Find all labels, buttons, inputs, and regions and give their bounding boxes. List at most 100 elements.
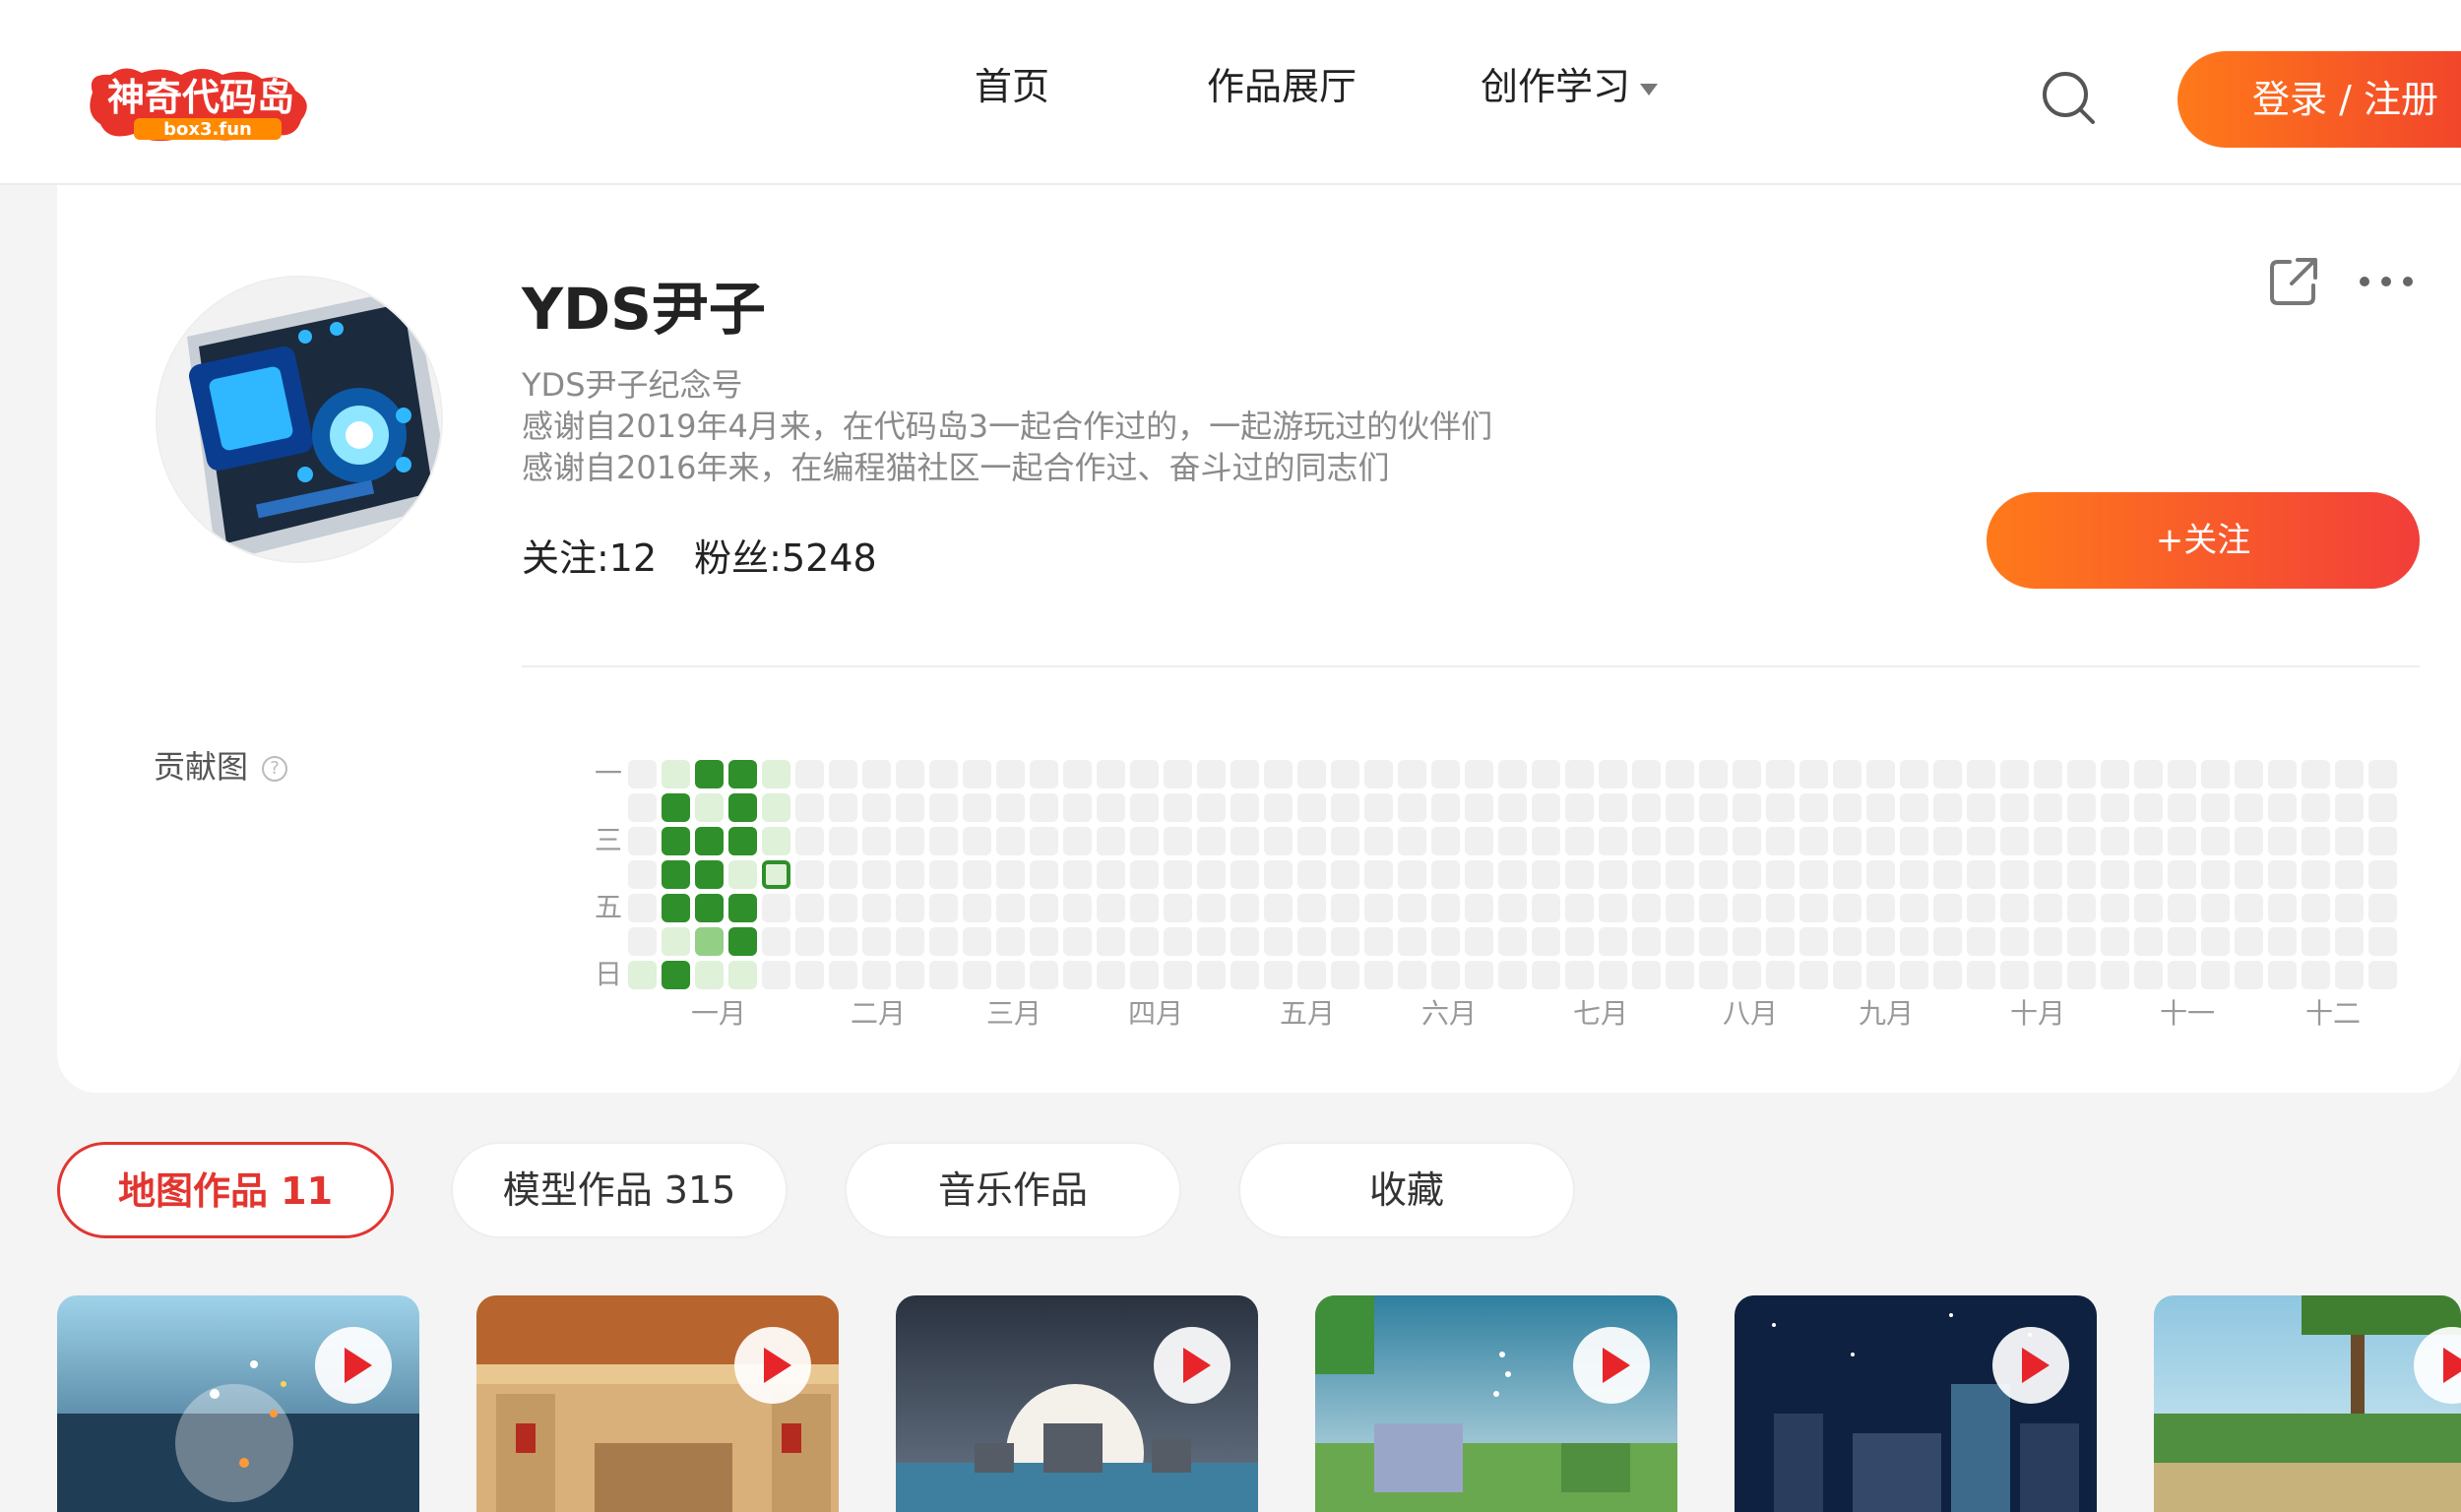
login-register-button[interactable]: 登录 / 注册 [2177,51,2461,148]
contribution-cell [1297,860,1326,889]
work-thumbnail[interactable] [57,1295,419,1512]
contribution-cell [1733,860,1761,889]
contribution-cell [896,894,924,922]
contribution-cell [2335,927,2364,956]
month-label: 五月 [1280,997,1336,1030]
contribution-cell [1565,961,1594,989]
contribution-cell [1498,894,1527,922]
followers-count[interactable]: 粉丝:5248 [694,536,877,580]
contribution-cell [2034,961,2062,989]
contribution-cell [628,827,657,855]
play-icon[interactable] [1992,1327,2069,1404]
contribution-cell [1063,760,1092,788]
contribution-cell [1297,827,1326,855]
contribution-cell [2000,760,2029,788]
month-label: 十二 [2305,997,2362,1030]
contribution-cell [1967,760,1995,788]
more-options-icon[interactable] [2357,264,2416,299]
contribution-cell [1699,894,1728,922]
contribution-cell [1967,793,1995,822]
contribution-cell [1297,894,1326,922]
contribution-cell [2335,894,2364,922]
work-thumbnail[interactable] [476,1295,839,1512]
contribution-cell [1866,793,1895,822]
profile-bio-line: 感谢自2016年来，在编程猫社区一起合作过、奋斗过的同志们 [522,449,1390,486]
contribution-cell [1364,961,1393,989]
day-label: 三 [595,824,623,856]
contribution-cell [2235,894,2263,922]
contribution-cell [1230,760,1259,788]
contribution-cell [1164,860,1192,889]
contribution-cell [1130,760,1159,788]
search-icon[interactable] [2040,69,2097,126]
contribution-cell [795,961,824,989]
contribution-cell [762,827,790,855]
tab-model-works[interactable]: 模型作品 315 [451,1142,788,1238]
contribution-cell [2268,793,2297,822]
contribution-cell [896,961,924,989]
contribution-cell [1799,793,1828,822]
contribution-cell [1063,894,1092,922]
work-thumbnail[interactable] [2154,1295,2461,1512]
play-icon[interactable] [315,1327,392,1404]
contribution-cell [1565,760,1594,788]
profile-bio-line: 感谢自2019年4月来，在代码岛3一起合作过的，一起游玩过的伙伴们 [522,408,1493,445]
contribution-cell [2335,961,2364,989]
following-count[interactable]: 关注:12 [522,536,657,580]
contribution-cell [2368,793,2397,822]
contribution-cell [1498,860,1527,889]
contribution-cell [2302,827,2330,855]
contribution-cell [1866,894,1895,922]
contribution-cell [2268,760,2297,788]
contribution-cell [1933,927,1962,956]
contribution-cell [2134,860,2163,889]
contribution-cell [762,961,790,989]
contribution-cell [1097,927,1125,956]
contribution-cell [1465,760,1493,788]
contribution-cell [2034,894,2062,922]
contribution-cell [2368,894,2397,922]
contribution-cell [1264,793,1293,822]
work-thumbnail[interactable] [1735,1295,2097,1512]
contribution-cell [1063,793,1092,822]
contribution-cell [1967,860,1995,889]
nav-learn[interactable]: 创作学习 [1481,61,1659,112]
play-icon[interactable] [1154,1327,1230,1404]
contribution-cell [2134,927,2163,956]
contribution-cell [862,760,891,788]
contribution-cell [2034,927,2062,956]
contribution-cell [728,961,757,989]
play-icon[interactable] [1573,1327,1650,1404]
contribution-cell [1431,793,1460,822]
contribution-cell [2034,760,2062,788]
contribution-cell [862,927,891,956]
nav-home[interactable]: 首页 [975,61,1049,112]
tab-map-works[interactable]: 地图作品 11 [57,1142,394,1238]
tab-music-works[interactable]: 音乐作品 [845,1142,1181,1238]
work-thumbnail[interactable] [896,1295,1258,1512]
help-icon[interactable]: ? [262,756,288,782]
tab-favorites[interactable]: 收藏 [1238,1142,1575,1238]
site-logo[interactable]: 神奇代码岛 box3.fun [85,63,317,144]
contribution-cell [1297,760,1326,788]
contribution-cell [2201,827,2230,855]
follow-button[interactable]: +关注 [1987,492,2420,589]
contribution-cell [1532,860,1560,889]
contribution-cell [996,793,1025,822]
contribution-cell [728,827,757,855]
play-icon[interactable] [734,1327,811,1404]
work-thumbnail[interactable] [1315,1295,1677,1512]
contribution-cell [1331,961,1359,989]
contribution-cell [1164,827,1192,855]
nav-gallery[interactable]: 作品展厅 [1207,61,1357,112]
contribution-cell [896,860,924,889]
contribution-cell [1331,760,1359,788]
contribution-cell [2268,860,2297,889]
contribution-cell [762,793,790,822]
contribution-cell [1030,894,1058,922]
contribution-cell [2067,961,2096,989]
profile-card: YDS尹子 YDS尹子纪念号 感谢自2019年4月来，在代码岛3一起合作过的，一… [57,185,2461,1093]
share-icon[interactable] [2268,256,2319,307]
contribution-cell [929,961,958,989]
contribution-cell [2168,860,2196,889]
